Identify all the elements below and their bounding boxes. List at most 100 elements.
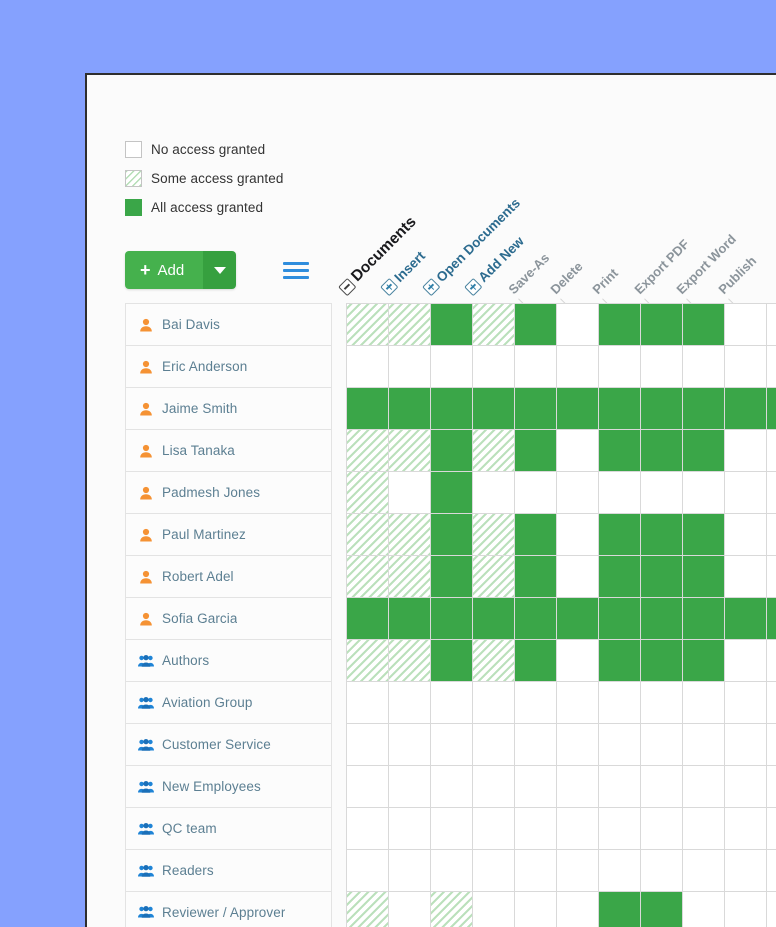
permission-cell[interactable]	[683, 346, 725, 388]
permission-cell[interactable]	[431, 892, 473, 927]
permission-cell[interactable]	[431, 514, 473, 556]
permission-cell[interactable]	[515, 472, 557, 514]
permission-cell[interactable]	[767, 556, 776, 598]
permission-cell[interactable]	[767, 514, 776, 556]
row-label-padmesh-jones[interactable]: Padmesh Jones	[125, 471, 332, 513]
permission-cell[interactable]	[431, 850, 473, 892]
permission-cell[interactable]	[683, 388, 725, 430]
permission-cell[interactable]	[767, 640, 776, 682]
permission-cell[interactable]	[473, 808, 515, 850]
permission-cell[interactable]	[725, 472, 767, 514]
permission-cell[interactable]	[473, 682, 515, 724]
permission-cell[interactable]	[473, 430, 515, 472]
permission-cell[interactable]	[683, 682, 725, 724]
permission-cell[interactable]	[599, 430, 641, 472]
permission-cell[interactable]	[389, 850, 431, 892]
row-label-sofia-garcia[interactable]: Sofia Garcia	[125, 597, 332, 639]
permission-cell[interactable]	[515, 346, 557, 388]
row-label-robert-adel[interactable]: Robert Adel	[125, 555, 332, 597]
permission-cell[interactable]	[683, 724, 725, 766]
permission-cell[interactable]	[641, 514, 683, 556]
permission-cell[interactable]	[725, 388, 767, 430]
permission-cell[interactable]	[389, 682, 431, 724]
permission-cell[interactable]	[347, 346, 389, 388]
add-button[interactable]: + Add	[125, 251, 237, 289]
permission-cell[interactable]	[347, 682, 389, 724]
permission-cell[interactable]	[347, 724, 389, 766]
permission-cell[interactable]	[725, 598, 767, 640]
row-label-lisa-tanaka[interactable]: Lisa Tanaka	[125, 429, 332, 471]
permission-cell[interactable]	[431, 808, 473, 850]
permission-cell[interactable]	[641, 346, 683, 388]
permission-cell[interactable]	[431, 472, 473, 514]
permission-cell[interactable]	[683, 598, 725, 640]
permission-cell[interactable]	[431, 640, 473, 682]
permission-cell[interactable]	[641, 724, 683, 766]
permission-cell[interactable]	[683, 766, 725, 808]
permission-cell[interactable]	[641, 472, 683, 514]
permission-cell[interactable]	[347, 556, 389, 598]
permission-cell[interactable]	[515, 430, 557, 472]
permission-cell[interactable]	[599, 472, 641, 514]
permission-cell[interactable]	[515, 724, 557, 766]
permission-cell[interactable]	[347, 850, 389, 892]
row-label-qc-team[interactable]: QC team	[125, 807, 332, 849]
row-label-eric-anderson[interactable]: Eric Anderson	[125, 345, 332, 387]
collapse-icon[interactable]	[337, 277, 357, 296]
permission-cell[interactable]	[473, 346, 515, 388]
permission-cell[interactable]	[557, 682, 599, 724]
permission-cell[interactable]	[641, 430, 683, 472]
permission-cell[interactable]	[389, 640, 431, 682]
permission-cell[interactable]	[767, 724, 776, 766]
add-dropdown-toggle[interactable]	[203, 251, 237, 289]
permission-cell[interactable]	[389, 766, 431, 808]
permission-cell[interactable]	[767, 430, 776, 472]
permission-cell[interactable]	[347, 472, 389, 514]
permission-cell[interactable]	[431, 430, 473, 472]
permission-cell[interactable]	[599, 682, 641, 724]
row-label-bai-davis[interactable]: Bai Davis	[125, 303, 332, 345]
permission-cell[interactable]	[515, 514, 557, 556]
permission-cell[interactable]	[473, 598, 515, 640]
permission-cell[interactable]	[683, 514, 725, 556]
permission-cell[interactable]	[473, 892, 515, 927]
row-label-new-employees[interactable]: New Employees	[125, 765, 332, 807]
permission-cell[interactable]	[725, 640, 767, 682]
permission-cell[interactable]	[683, 850, 725, 892]
permission-cell[interactable]	[599, 346, 641, 388]
permission-cell[interactable]	[725, 892, 767, 927]
permission-cell[interactable]	[515, 598, 557, 640]
permission-cell[interactable]	[641, 388, 683, 430]
permission-cell[interactable]	[725, 808, 767, 850]
permission-cell[interactable]	[389, 304, 431, 346]
permission-cell[interactable]	[557, 472, 599, 514]
permission-cell[interactable]	[683, 556, 725, 598]
row-label-authors[interactable]: Authors	[125, 639, 332, 681]
permission-cell[interactable]	[557, 304, 599, 346]
permission-cell[interactable]	[641, 598, 683, 640]
column-header-delete[interactable]: Delete	[547, 258, 586, 311]
permission-cell[interactable]	[641, 766, 683, 808]
permission-cell[interactable]	[347, 430, 389, 472]
permission-cell[interactable]	[431, 766, 473, 808]
permission-cell[interactable]	[431, 346, 473, 388]
permission-cell[interactable]	[389, 598, 431, 640]
permission-cell[interactable]	[641, 808, 683, 850]
permission-cell[interactable]	[557, 808, 599, 850]
permission-cell[interactable]	[347, 514, 389, 556]
permission-cell[interactable]	[389, 808, 431, 850]
row-label-aviation-group[interactable]: Aviation Group	[125, 681, 332, 723]
permission-cell[interactable]	[599, 892, 641, 927]
permission-cell[interactable]	[557, 346, 599, 388]
permission-cell[interactable]	[767, 472, 776, 514]
permission-cell[interactable]	[515, 850, 557, 892]
row-label-readers[interactable]: Readers	[125, 849, 332, 891]
permission-cell[interactable]	[767, 850, 776, 892]
permission-cell[interactable]	[515, 808, 557, 850]
permission-cell[interactable]	[557, 892, 599, 927]
row-label-jaime-smith[interactable]: Jaime Smith	[125, 387, 332, 429]
permission-cell[interactable]	[725, 850, 767, 892]
add-button-main[interactable]: + Add	[125, 251, 204, 289]
row-label-customer-service[interactable]: Customer Service	[125, 723, 332, 765]
permission-cell[interactable]	[389, 472, 431, 514]
